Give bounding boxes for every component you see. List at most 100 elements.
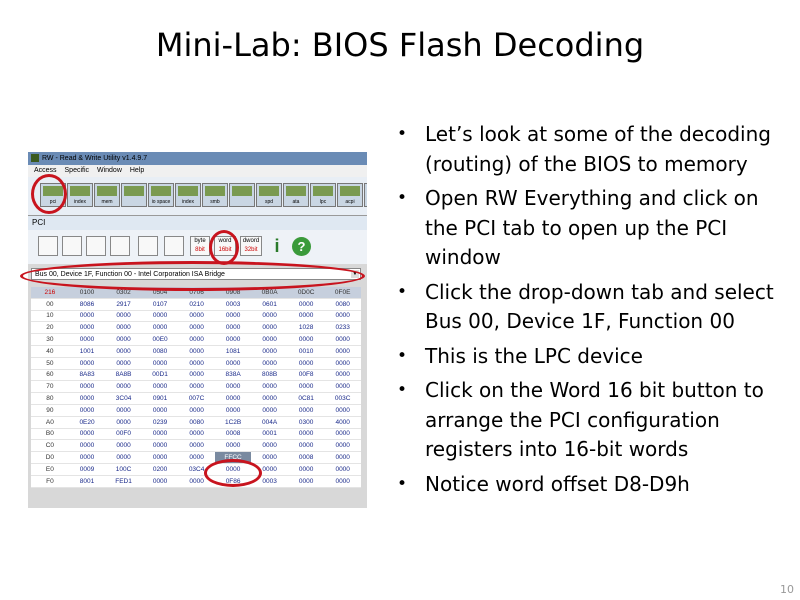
register-cell[interactable]: 0000 [324, 404, 361, 417]
toolbar-button[interactable]: index [175, 183, 201, 207]
register-cell[interactable]: 0000 [251, 333, 288, 346]
toolbar-button[interactable]: spd [256, 183, 282, 207]
register-cell[interactable]: 0000 [105, 439, 142, 453]
register-cell[interactable]: 0000 [178, 380, 215, 394]
register-cell[interactable]: 0000 [324, 333, 361, 346]
register-cell[interactable]: 0000 [178, 345, 215, 358]
register-cell[interactable]: 0000 [251, 451, 288, 464]
register-cell[interactable]: 0300 [287, 416, 325, 429]
register-cell[interactable]: 0000 [68, 310, 106, 323]
register-cell[interactable]: 00F8 [287, 369, 325, 382]
register-cell[interactable]: 0000 [251, 357, 288, 370]
register-cell[interactable]: 0000 [251, 392, 288, 405]
register-cell[interactable]: 0E20 [68, 416, 106, 429]
register-cell[interactable]: 00F0 [105, 428, 142, 441]
register-cell[interactable]: 0000 [68, 428, 106, 441]
menu-access[interactable]: Access [34, 167, 57, 174]
toolbar-button[interactable]: mem [94, 183, 120, 207]
register-cell[interactable]: 0000 [214, 404, 252, 417]
menu-window[interactable]: Window [97, 167, 122, 174]
save-icon[interactable] [62, 236, 82, 256]
register-cell[interactable]: 0000 [214, 392, 252, 405]
register-cell[interactable]: 0000 [324, 357, 361, 370]
register-cell[interactable]: 0000 [68, 451, 106, 464]
register-cell[interactable]: 1081 [214, 345, 252, 358]
register-cell[interactable]: 0000 [141, 404, 179, 417]
register-cell[interactable]: 0107 [141, 298, 179, 311]
register-cell[interactable]: 0009 [68, 463, 106, 476]
open-icon[interactable] [38, 236, 58, 256]
register-cell[interactable]: 0000 [68, 333, 106, 346]
register-cell[interactable]: 0000 [251, 380, 288, 394]
register-cell[interactable]: 0000 [251, 439, 288, 453]
register-cell[interactable]: 0000 [105, 357, 142, 370]
register-cell[interactable]: 0008 [287, 451, 325, 464]
register-cell[interactable]: 0000 [178, 428, 215, 441]
register-cell[interactable]: 0601 [251, 298, 288, 311]
register-cell[interactable]: 8A83 [68, 369, 106, 382]
register-cell[interactable]: 0003 [214, 298, 252, 311]
dword-32bit-button[interactable]: dword 32bit [240, 236, 262, 256]
toolbar-button[interactable]: smb [202, 183, 228, 207]
register-cell[interactable]: 0000 [287, 475, 325, 488]
refresh-icon[interactable] [110, 236, 130, 256]
register-cell[interactable]: 1001 [68, 345, 106, 358]
register-cell[interactable]: 0000 [68, 380, 106, 394]
register-cell[interactable]: 0080 [324, 298, 361, 311]
register-cell[interactable]: 0001 [251, 428, 288, 441]
register-cell[interactable]: 0000 [178, 321, 215, 335]
toolbar-button[interactable]: lpc [310, 183, 336, 207]
register-cell[interactable]: 0000 [324, 439, 361, 453]
toolbar-button[interactable]: acpi [337, 183, 363, 207]
register-cell[interactable]: 0000 [324, 463, 361, 476]
toolbar-button[interactable]: index [67, 183, 93, 207]
register-cell[interactable]: 00D1 [141, 369, 179, 382]
byte-8bit-button[interactable]: byte 8bit [190, 236, 210, 256]
register-cell[interactable]: 0000 [141, 321, 179, 335]
register-cell[interactable]: 0000 [178, 357, 215, 370]
register-cell[interactable]: 0000 [287, 439, 325, 453]
bin-icon[interactable] [86, 236, 106, 256]
register-cell[interactable]: 0000 [214, 439, 252, 453]
register-cell[interactable]: 8086 [68, 298, 106, 311]
register-cell[interactable]: 0000 [141, 475, 179, 488]
register-cell[interactable]: 0000 [178, 451, 215, 464]
register-cell[interactable]: 1028 [287, 321, 325, 335]
register-cell[interactable]: 0000 [105, 345, 142, 358]
register-cell[interactable]: 0000 [105, 333, 142, 346]
register-cell[interactable]: 0000 [68, 439, 106, 453]
register-cell[interactable]: 007C [178, 392, 215, 405]
register-cell[interactable]: 0000 [287, 428, 325, 441]
register-cell[interactable]: 0239 [141, 416, 179, 429]
register-cell[interactable]: 0000 [214, 321, 252, 335]
register-cell[interactable]: 0233 [324, 321, 361, 335]
register-cell[interactable]: 0000 [324, 345, 361, 358]
register-cell[interactable]: 0000 [105, 451, 142, 464]
register-cell[interactable]: 0000 [251, 345, 288, 358]
register-cell[interactable]: 0200 [141, 463, 179, 476]
register-cell[interactable]: 0000 [178, 404, 215, 417]
register-cell[interactable]: 100C [105, 463, 142, 476]
register-cell[interactable]: 838A [214, 369, 252, 382]
register-cell[interactable]: 00E0 [141, 333, 179, 346]
register-cell[interactable]: 003C [324, 392, 361, 405]
register-cell[interactable]: 0000 [287, 404, 325, 417]
register-cell[interactable]: 0000 [287, 298, 325, 311]
register-cell[interactable]: 0008 [214, 428, 252, 441]
menu-specific[interactable]: Specific [65, 167, 90, 174]
register-cell[interactable]: 0000 [251, 404, 288, 417]
register-cell[interactable]: 8001 [68, 475, 106, 488]
register-cell[interactable]: 0000 [251, 310, 288, 323]
register-cell[interactable]: 0000 [251, 321, 288, 335]
register-cell[interactable]: 0080 [141, 345, 179, 358]
window-icon[interactable] [164, 236, 184, 256]
register-cell[interactable]: FED1 [105, 475, 142, 488]
register-cell[interactable]: 8A8B [105, 369, 142, 382]
register-cell[interactable]: 0000 [68, 404, 106, 417]
register-cell[interactable]: 0000 [178, 333, 215, 346]
register-cell[interactable]: 0000 [68, 357, 106, 370]
register-cell[interactable]: 0010 [287, 345, 325, 358]
register-cell[interactable]: 0000 [68, 392, 106, 405]
register-cell[interactable]: 0000 [324, 310, 361, 323]
register-cell[interactable]: 0000 [141, 428, 179, 441]
